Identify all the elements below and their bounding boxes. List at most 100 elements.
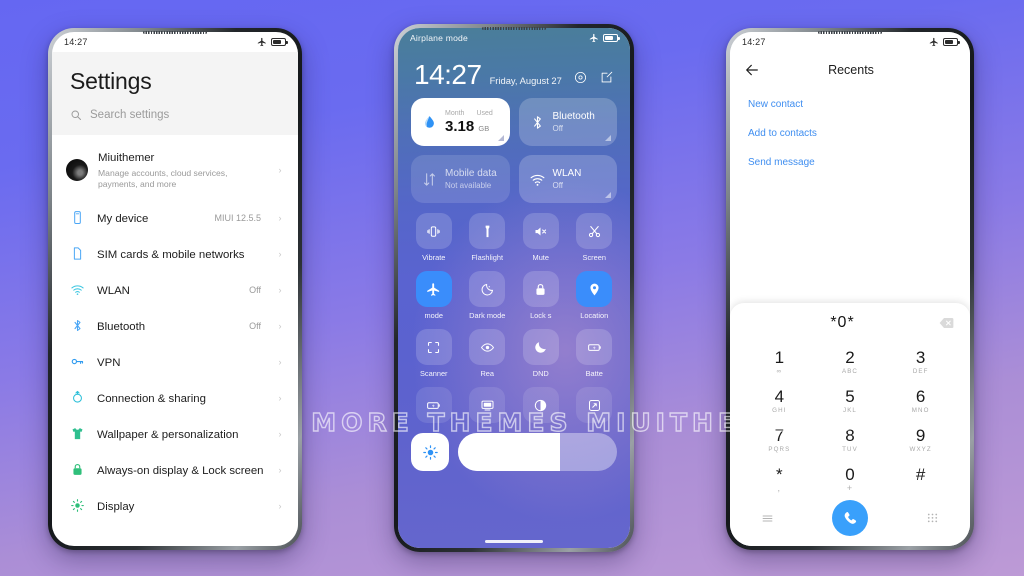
key-9[interactable]: 9 WXYZ: [885, 420, 956, 459]
toggle-battery[interactable]: [411, 387, 457, 423]
settings-list: Miuithemer Manage accounts, cloud servic…: [52, 135, 298, 531]
sidebar-item-wallpaper-personalization[interactable]: Wallpaper & personalization ›: [52, 416, 298, 452]
key-7[interactable]: 7 PQRS: [744, 420, 815, 459]
tile-corner-icon: [605, 135, 611, 141]
dial-display[interactable]: *0*: [730, 310, 970, 340]
battery-saver-icon: [576, 329, 613, 365]
key-5[interactable]: 5 JKL: [815, 381, 886, 420]
sidebar-item-bluetooth[interactable]: Bluetooth Off ›: [52, 308, 298, 344]
action-new-contact[interactable]: New contact: [748, 90, 952, 119]
toggle-rea[interactable]: Rea: [465, 329, 511, 378]
toggle-label: Batte: [585, 369, 603, 378]
chevron-right-icon: ›: [278, 464, 282, 475]
key-8[interactable]: 8 TUV: [815, 420, 886, 459]
key-2[interactable]: 2 ABC: [815, 342, 886, 381]
key-6[interactable]: 6 MNO: [885, 381, 956, 420]
sidebar-item-display[interactable]: Display ›: [52, 488, 298, 524]
expand-icon: [576, 387, 613, 423]
search-input[interactable]: Search settings: [70, 109, 280, 127]
tile-label: Mobile data: [445, 168, 497, 179]
toggle-lock-s[interactable]: Lock s: [518, 271, 564, 320]
keypad-icon[interactable]: [925, 511, 940, 526]
phone-left-settings: 14:27 Settings Search settings Miuitheme: [48, 28, 302, 550]
sidebar-item-value: Off: [249, 284, 261, 295]
tile-bluetooth[interactable]: Bluetooth Off: [518, 98, 617, 146]
tile-sublabel: Off: [552, 181, 564, 190]
wifi-icon: [68, 282, 86, 297]
sidebar-item-label: Always-on display & Lock screen: [97, 464, 264, 477]
toggle-flashlight[interactable]: Flashlight: [465, 213, 511, 262]
quick-toggle-grid: Vibrate Flashlight Mute Screen mode Dark mode…: [411, 213, 617, 423]
sidebar-item-vpn[interactable]: VPN ›: [52, 344, 298, 380]
airplane-icon: [929, 37, 938, 47]
toggle-dnd[interactable]: DND: [518, 329, 564, 378]
data-used-label: Used: [476, 110, 493, 117]
action-send-message[interactable]: Send message: [748, 148, 952, 177]
airplane-icon: [589, 33, 598, 43]
toggle-scanner[interactable]: Scanner: [411, 329, 457, 378]
brightness-row: [398, 423, 630, 471]
toggle-dark-mode[interactable]: Dark mode: [465, 271, 511, 320]
toggle-expand[interactable]: [572, 387, 618, 423]
toggle-location[interactable]: Location: [572, 271, 618, 320]
dialed-number: *0*: [830, 314, 855, 332]
key-star[interactable]: *,: [744, 459, 815, 498]
key-digit: 4: [774, 387, 785, 407]
key-letters: WXYZ: [909, 445, 932, 453]
dialer-actions: New contact Add to contacts Send message: [730, 84, 970, 183]
key-hash[interactable]: #: [885, 459, 956, 498]
toggle-cast[interactable]: [465, 387, 511, 423]
sidebar-item-label: VPN: [97, 356, 121, 369]
eye-icon: [469, 329, 506, 365]
tile-mobile-data[interactable]: Mobile data Not available: [411, 155, 510, 203]
page-title: Recents: [828, 63, 874, 77]
status-time: 14:27: [742, 37, 766, 47]
data-arrows-icon: [424, 172, 435, 186]
sidebar-item-my-device[interactable]: My device MIUI 12.5.5 ›: [52, 200, 298, 236]
toggle-mute[interactable]: Mute: [518, 213, 564, 262]
brightness-slider[interactable]: [458, 433, 617, 471]
key-3[interactable]: 3 DEF: [885, 342, 956, 381]
sidebar-item-connection-sharing[interactable]: Connection & sharing ›: [52, 380, 298, 416]
airplane-icon: [257, 37, 266, 47]
key-letters: ,: [777, 482, 782, 493]
cast-icon: [469, 387, 506, 423]
key-digit: #: [915, 464, 926, 484]
toggle-label: Rea: [480, 369, 495, 378]
brightness-auto-button[interactable]: [411, 433, 449, 471]
sim-card-icon: [68, 246, 86, 261]
toggle-label: Screen: [582, 253, 606, 262]
tile-label: Bluetooth: [552, 111, 595, 122]
call-button[interactable]: [832, 500, 868, 536]
sidebar-item-always-on-display-lock-screen[interactable]: Always-on display & Lock screen ›: [52, 452, 298, 488]
key-0[interactable]: 0 +: [815, 459, 886, 498]
toggle-batte[interactable]: Batte: [572, 329, 618, 378]
toggle-mode[interactable]: mode: [411, 271, 457, 320]
sidebar-item-value: Off: [249, 320, 261, 331]
edit-icon[interactable]: [599, 70, 614, 85]
toggle-vibrate[interactable]: Vibrate: [411, 213, 457, 262]
key-4[interactable]: 4 GHI: [744, 381, 815, 420]
battery-icon: [415, 387, 452, 423]
screenshot-stage: 14:27 Settings Search settings Miuitheme: [0, 0, 1024, 576]
menu-icon[interactable]: [760, 511, 775, 526]
tile-label: WLAN: [552, 168, 582, 179]
settings-gear-icon[interactable]: [573, 70, 588, 85]
tile-data-usage[interactable]: Month Used 3.18 GB: [411, 98, 510, 146]
big-tiles-row-1: Month Used 3.18 GB Bluetooth Off: [411, 98, 617, 146]
backspace-icon[interactable]: [939, 317, 954, 329]
tile-sublabel: Not available: [445, 181, 492, 190]
key-1[interactable]: 1 ∞: [744, 342, 815, 381]
chevron-right-icon: ›: [278, 392, 282, 403]
sidebar-item-sim-cards-mobile-networks[interactable]: SIM cards & mobile networks ›: [52, 236, 298, 272]
search-placeholder: Search settings: [90, 109, 170, 121]
sidebar-item-wlan[interactable]: WLAN Off ›: [52, 272, 298, 308]
brightness-icon: [68, 498, 86, 513]
toggle-screen[interactable]: Screen: [572, 213, 618, 262]
tile-wlan[interactable]: WLAN Off: [518, 155, 617, 203]
toggle-contrast[interactable]: [518, 387, 564, 423]
chevron-right-icon: ›: [278, 212, 282, 223]
sidebar-item-account[interactable]: Miuithemer Manage accounts, cloud servic…: [52, 141, 298, 200]
date-label: Friday, August 27: [489, 75, 562, 86]
action-add-to-contacts[interactable]: Add to contacts: [748, 119, 952, 148]
